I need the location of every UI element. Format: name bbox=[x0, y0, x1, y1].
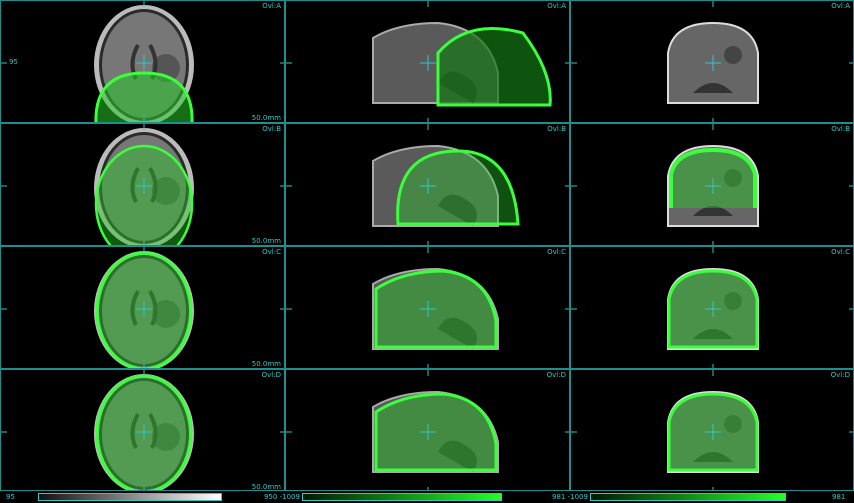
crosshair-icon bbox=[286, 370, 569, 491]
crosshair-icon bbox=[571, 124, 853, 245]
axial-image bbox=[1, 247, 284, 368]
viewport-axial-row-0[interactable]: Ovl:A 50.0mm 95 bbox=[0, 0, 285, 123]
overlay-label: Ovl:A bbox=[547, 2, 566, 10]
colorbar-strip: 95 950 -1009 981 -1009 981 bbox=[0, 490, 854, 503]
overlay-region bbox=[94, 144, 194, 245]
overlay-label: Ovl:B bbox=[262, 125, 281, 133]
sagittal-image bbox=[286, 1, 569, 122]
viewport-coronal-row-0[interactable]: Ovl:A bbox=[570, 0, 854, 123]
overlay-label: Ovl:B bbox=[547, 125, 566, 133]
axial-image bbox=[1, 370, 284, 491]
slice-marker: 95 bbox=[9, 57, 18, 66]
viewport-sagittal-row-3[interactable]: Ovl:D bbox=[285, 369, 570, 492]
axial-image bbox=[1, 124, 284, 245]
colorbar-3-range: 981 bbox=[832, 493, 846, 501]
overlay-label: Ovl:C bbox=[547, 248, 566, 256]
slice-index: 95 bbox=[6, 493, 15, 501]
viewport-coronal-row-1[interactable]: Ovl:B bbox=[570, 123, 854, 246]
overlay-label: Ovl:B bbox=[831, 125, 850, 133]
coronal-image bbox=[571, 1, 853, 122]
sagittal-image bbox=[286, 124, 569, 245]
scale-label: 50.0mm bbox=[251, 360, 281, 368]
viewport-sagittal-row-2[interactable]: Ovl:C bbox=[285, 246, 570, 369]
colorbar-gray[interactable] bbox=[38, 493, 222, 501]
sagittal-image bbox=[286, 370, 569, 491]
crosshair-icon bbox=[571, 247, 853, 368]
overlay-label: Ovl:D bbox=[261, 371, 281, 379]
colorbar-green-2[interactable] bbox=[590, 493, 786, 501]
viewport-coronal-row-3[interactable]: Ovl:D bbox=[570, 369, 854, 492]
viewport-sagittal-row-1[interactable]: Ovl:B bbox=[285, 123, 570, 246]
overlay-region bbox=[436, 27, 552, 107]
coronal-image bbox=[571, 370, 853, 491]
overlay-label: Ovl:A bbox=[831, 2, 850, 10]
overlay-label: Ovl:C bbox=[262, 248, 281, 256]
scale-label: 50.0mm bbox=[251, 114, 281, 122]
overlay-label: Ovl:D bbox=[546, 371, 566, 379]
colorbar-green-1[interactable] bbox=[302, 493, 502, 501]
coronal-image bbox=[571, 124, 853, 245]
viewport-coronal-row-2[interactable]: Ovl:C bbox=[570, 246, 854, 369]
crosshair-icon bbox=[571, 1, 853, 122]
viewport-sagittal-row-0[interactable]: Ovl:A bbox=[285, 0, 570, 123]
scale-label: 50.0mm bbox=[251, 237, 281, 245]
colorbar-1-range: 950 -1009 bbox=[264, 493, 300, 501]
crosshair-icon bbox=[286, 247, 569, 368]
colorbar-2-range: 981 -1009 bbox=[552, 493, 588, 501]
viewport-axial-row-2[interactable]: Ovl:C 50.0mm bbox=[0, 246, 285, 369]
crosshair-icon bbox=[571, 370, 853, 491]
axial-image bbox=[1, 1, 284, 122]
overlay-label: Ovl:D bbox=[830, 371, 850, 379]
coronal-image bbox=[571, 247, 853, 368]
overlay-label: Ovl:A bbox=[262, 2, 281, 10]
viewport-axial-row-1[interactable]: Ovl:B 50.0mm bbox=[0, 123, 285, 246]
viewport-axial-row-3[interactable]: Ovl:D 50.0mm bbox=[0, 369, 285, 492]
sagittal-image bbox=[286, 247, 569, 368]
overlay-label: Ovl:C bbox=[831, 248, 850, 256]
viewer-grid: Ovl:A 50.0mm 95 Ovl:A Ovl:A Ovl:B 50.0mm Ovl:B O… bbox=[0, 0, 854, 492]
crosshair-icon bbox=[286, 124, 569, 245]
